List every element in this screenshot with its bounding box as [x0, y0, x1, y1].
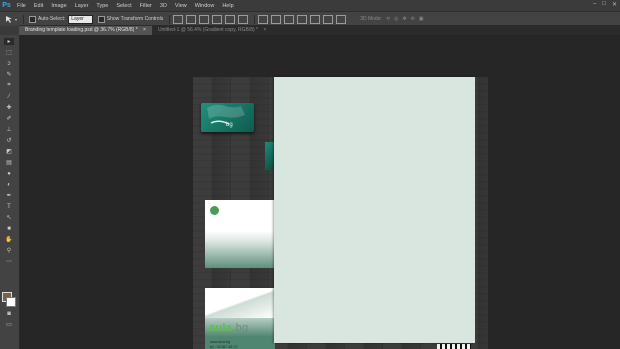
zoom-icon[interactable]: ⚲	[4, 247, 14, 254]
menu-filter[interactable]: Filter	[136, 3, 156, 9]
restore-icon[interactable]: □	[602, 1, 606, 8]
card-brand-text: bg	[226, 122, 233, 128]
auto-select-label: Auto-Select:	[38, 16, 66, 22]
distribute-vcenter-icon[interactable]	[271, 14, 282, 24]
align-bottom-icon[interactable]	[199, 14, 210, 24]
hand-icon[interactable]: ✋	[4, 236, 14, 243]
aula-logo-icon	[210, 206, 219, 215]
envelope-brand: aula.bg	[209, 322, 248, 334]
3d-scale-icon[interactable]: ▣	[419, 16, 424, 22]
brand-tld: .bg	[232, 322, 249, 334]
3d-roll-icon[interactable]: ◎	[394, 16, 398, 22]
align-right-icon[interactable]	[238, 14, 249, 24]
divider	[23, 14, 25, 24]
close-icon[interactable]: ×	[143, 27, 146, 33]
envelope-back: aula.bg www.aula.bg tel.: 02/987-65-75	[205, 288, 275, 349]
close-icon[interactable]: ×	[263, 27, 266, 33]
menu-help[interactable]: Help	[218, 3, 237, 9]
dodge-icon[interactable]: ◐	[4, 181, 14, 188]
auto-select-checkbox[interactable]	[29, 15, 37, 23]
show-transform-checkbox[interactable]	[97, 15, 105, 23]
screen-mode-icon[interactable]: ▭	[4, 321, 14, 328]
menu-type[interactable]: Type	[92, 3, 112, 9]
tab-untitled-1[interactable]: Untitled-1 @ 56.4% (Gradient copy, RGB/8…	[152, 26, 272, 35]
document-tabs: Branding template loading.psd @ 36.7% (R…	[19, 25, 620, 35]
tab-label: Branding template loading.psd @ 36.7% (R…	[25, 27, 138, 33]
business-card-back	[265, 142, 274, 170]
3d-drag-icon[interactable]: ✥	[402, 16, 406, 22]
quick-select-icon[interactable]: ✎	[4, 71, 14, 78]
3d-rotate-icon[interactable]: ⟲	[386, 16, 390, 22]
tool-preset-picker[interactable]: ▾	[5, 15, 17, 24]
auto-align-icon[interactable]	[336, 14, 347, 24]
healing-icon[interactable]: ✚	[4, 104, 14, 111]
marquee-icon[interactable]: ⬚	[4, 49, 14, 56]
history-brush-icon[interactable]: ↺	[4, 137, 14, 144]
distribute-right-icon[interactable]	[323, 14, 334, 24]
envelope-flap	[205, 288, 275, 318]
move-icon	[6, 15, 12, 23]
align-vcenter-icon[interactable]	[186, 14, 197, 24]
menu-edit[interactable]: Edit	[30, 3, 47, 9]
tools-panel: ▸ ⬚ ↄ ✎ ⌗ ⁄ ✚ ✐ ⊥ ↺ ◩ ▤ ● ◐ ✒ T ↖ ■ ✋ ⚲ …	[0, 35, 20, 349]
eyedropper-icon[interactable]: ⁄	[4, 93, 14, 100]
stripe-pattern-bottom	[437, 344, 471, 349]
3d-slide-icon[interactable]: ✣	[411, 16, 415, 22]
eraser-icon[interactable]: ◩	[4, 148, 14, 155]
stamp-icon[interactable]: ⊥	[4, 126, 14, 133]
divider	[169, 14, 171, 24]
chevron-down-icon: ▾	[15, 16, 18, 22]
gradient-icon[interactable]: ▤	[4, 159, 14, 166]
window-controls: – □ ✕	[593, 1, 617, 8]
distribute-bottom-icon[interactable]	[284, 14, 295, 24]
align-left-icon[interactable]	[212, 14, 223, 24]
menu-bar: Ps File Edit Image Layer Type Select Fil…	[0, 0, 620, 11]
quick-mask-icon[interactable]: ◙	[4, 310, 14, 317]
brand-main: aula	[209, 322, 233, 334]
envelope-tel: tel.: 02/987-65-75	[210, 345, 238, 349]
type-icon[interactable]: T	[4, 203, 14, 210]
shape-icon[interactable]: ■	[4, 225, 14, 232]
extra-icon[interactable]: ⋯	[4, 258, 14, 265]
minimize-icon[interactable]: –	[593, 1, 596, 8]
tab-branding-template[interactable]: Branding template loading.psd @ 36.7% (R…	[19, 26, 152, 35]
show-transform-option[interactable]: Show Transform Controls	[97, 15, 164, 23]
auto-select-option[interactable]: Auto-Select: Layer	[29, 14, 93, 24]
pen-icon[interactable]: ✒	[4, 192, 14, 199]
photoshop-logo[interactable]: Ps	[0, 0, 13, 11]
menu-layer[interactable]: Layer	[71, 3, 93, 9]
tab-label: Untitled-1 @ 56.4% (Gradient copy, RGB/8…	[157, 27, 258, 33]
divider	[254, 14, 256, 24]
align-hcenter-icon[interactable]	[225, 14, 236, 24]
distribute-left-icon[interactable]	[297, 14, 308, 24]
distribute-hcenter-icon[interactable]	[310, 14, 321, 24]
letterhead-sheet	[274, 77, 475, 343]
crop-icon[interactable]: ⌗	[4, 82, 14, 89]
menu-3d[interactable]: 3D	[156, 3, 171, 9]
business-card-front: bg	[201, 103, 254, 132]
menu-image[interactable]: Image	[47, 3, 70, 9]
brush-icon[interactable]: ✐	[4, 115, 14, 122]
lasso-icon[interactable]: ↄ	[4, 60, 14, 67]
menu-file[interactable]: File	[13, 3, 30, 9]
envelope-front	[205, 200, 275, 268]
envelope-web: www.aula.bg	[210, 340, 230, 344]
align-top-icon[interactable]	[173, 14, 184, 24]
background-color-swatch[interactable]	[6, 297, 16, 307]
distribute-top-icon[interactable]	[258, 14, 269, 24]
move-icon[interactable]: ▸	[4, 38, 14, 45]
menu-window[interactable]: Window	[191, 3, 219, 9]
menu-select[interactable]: Select	[112, 3, 135, 9]
menu-view[interactable]: View	[171, 3, 191, 9]
auto-select-dropdown[interactable]: Layer	[68, 14, 93, 24]
show-transform-label: Show Transform Controls	[106, 16, 164, 22]
toolbar-header[interactable]	[0, 26, 19, 35]
3d-mode-label: 3D Mode:	[360, 16, 382, 22]
blur-icon[interactable]: ●	[4, 170, 14, 177]
path-select-icon[interactable]: ↖	[4, 214, 14, 221]
close-icon[interactable]: ✕	[612, 1, 617, 8]
